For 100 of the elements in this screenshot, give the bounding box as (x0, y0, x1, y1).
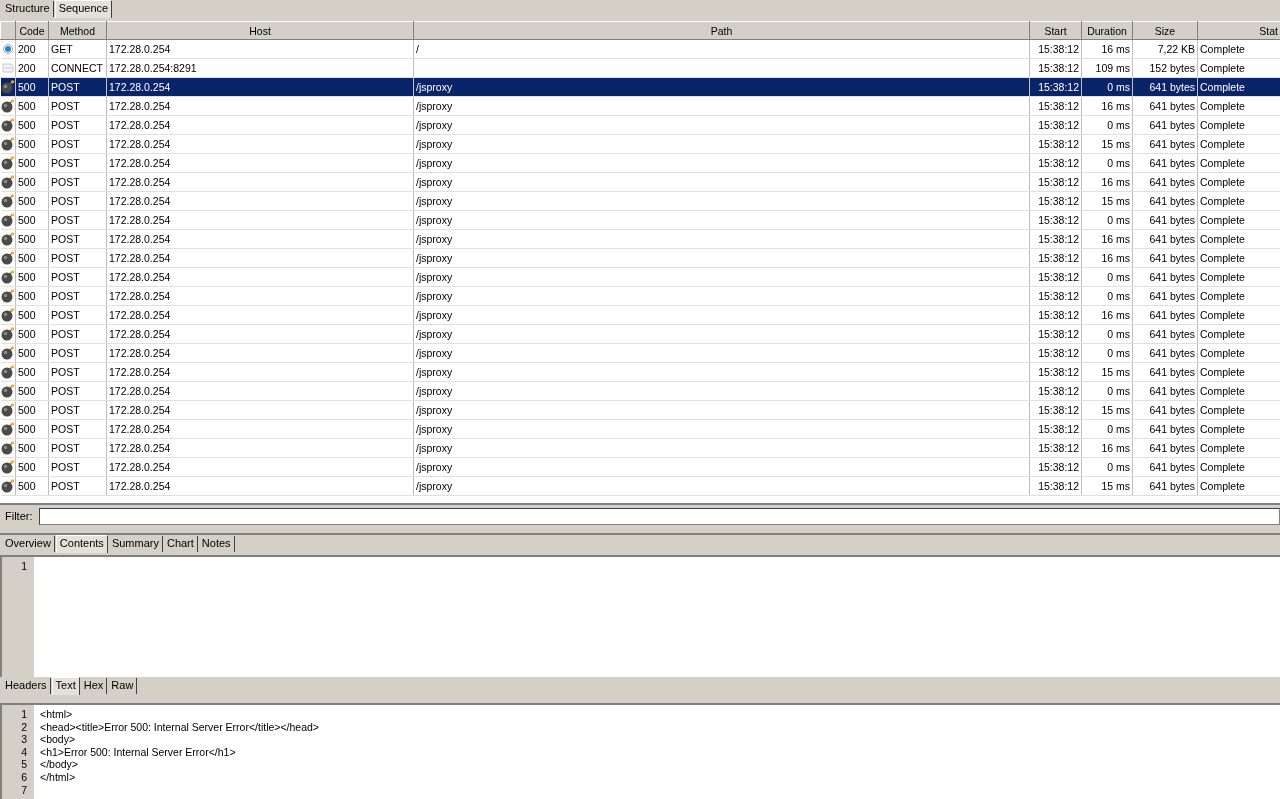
request-row[interactable]: 500 POST 172.28.0.254 /jsproxy 15:38:12 15 ms 641 bytes Complete (0, 191, 1280, 211)
line-number: 1 (21, 708, 27, 721)
table-cell: Complete (1200, 366, 1245, 378)
table-cell: /jsproxy (416, 81, 453, 93)
table-cell: 500 (18, 385, 36, 397)
tab[interactable]: Text (51, 677, 80, 695)
table-cell: 641 bytes (1149, 119, 1195, 131)
request-row[interactable]: 500 POST 172.28.0.254 /jsproxy 15:38:12 16 ms 641 bytes Complete (0, 96, 1280, 116)
line-number: 2 (21, 720, 27, 734)
table-cell: /jsproxy (416, 100, 453, 112)
table-cell: POST (51, 119, 80, 131)
request-row[interactable]: 500 POST 172.28.0.254 /jsproxy 15:38:12 15 ms 641 bytes Complete (0, 476, 1280, 496)
table-cell: Complete (1200, 119, 1245, 131)
table-cell: 172.28.0.254 (109, 385, 171, 397)
table-cell: /jsproxy (416, 480, 453, 492)
table-cell: 641 bytes (1149, 195, 1195, 207)
table-cell: 172.28.0.254 (109, 43, 171, 55)
request-row[interactable]: 500 POST 172.28.0.254 /jsproxy 15:38:12 16 ms 641 bytes Complete (0, 229, 1280, 249)
column-header[interactable]: Duration (1081, 21, 1133, 40)
request-row[interactable]: 500 POST 172.28.0.254 /jsproxy 15:38:12 16 ms 641 bytes Complete (0, 305, 1280, 325)
request-row[interactable]: 500 POST 172.28.0.254 /jsproxy 15:38:12 0 ms 641 bytes Complete (0, 115, 1280, 135)
request-row[interactable]: 500 POST 172.28.0.254 /jsproxy 15:38:12 16 ms 641 bytes Complete (0, 438, 1280, 458)
table-cell: Complete (1200, 195, 1245, 207)
column-header[interactable]: Code (15, 21, 49, 40)
tab[interactable]: Sequence (54, 0, 113, 18)
request-row[interactable]: 500 POST 172.28.0.254 /jsproxy 15:38:12 15 ms 641 bytes Complete (0, 400, 1280, 420)
table-cell: 0 ms (1107, 119, 1130, 131)
tab[interactable]: Contents (55, 535, 108, 553)
table-cell: 15 ms (1101, 404, 1130, 416)
request-row[interactable]: 500 POST 172.28.0.254 /jsproxy 15:38:12 0 ms 641 bytes Complete (0, 286, 1280, 306)
column-header[interactable]: Size (1132, 21, 1198, 40)
table-cell: 500 (18, 271, 36, 283)
table-cell: 16 ms (1101, 176, 1130, 188)
table-cell: 0 ms (1107, 290, 1130, 302)
table-cell: /jsproxy (416, 461, 453, 473)
table-cell: 15:38:12 (1038, 62, 1079, 74)
table-cell: 15:38:12 (1038, 366, 1079, 378)
request-row[interactable]: 500 POST 172.28.0.254 /jsproxy 15:38:12 15 ms 641 bytes Complete (0, 362, 1280, 382)
table-cell: Complete (1200, 290, 1245, 302)
table-cell: 15 ms (1101, 195, 1130, 207)
table-cell: 15:38:12 (1038, 214, 1079, 226)
table-cell: /jsproxy (416, 271, 453, 283)
request-row[interactable]: 200 GET 172.28.0.254 / 15:38:12 16 ms 7,22 KB Complete (0, 39, 1280, 59)
table-cell: POST (51, 81, 80, 93)
table-cell: POST (51, 480, 80, 492)
column-header[interactable]: Start (1029, 21, 1082, 40)
table-cell: /jsproxy (416, 138, 453, 150)
table-cell: 15:38:12 (1038, 252, 1079, 264)
table-cell: 641 bytes (1149, 461, 1195, 473)
request-row[interactable]: 500 POST 172.28.0.254 /jsproxy 15:38:12 0 ms 641 bytes Complete (0, 267, 1280, 287)
request-row[interactable]: 500 POST 172.28.0.254 /jsproxy 15:38:12 16 ms 641 bytes Complete (0, 248, 1280, 268)
table-cell: 500 (18, 138, 36, 150)
table-cell: Complete (1200, 404, 1245, 416)
column-header[interactable]: Path (413, 21, 1030, 40)
table-cell: /jsproxy (416, 366, 453, 378)
request-row[interactable]: 500 POST 172.28.0.254 /jsproxy 15:38:12 0 ms 641 bytes Complete (0, 419, 1280, 439)
table-cell: 15:38:12 (1038, 233, 1079, 245)
table-cell: / (416, 43, 419, 55)
table-cell: Complete (1200, 233, 1245, 245)
column-header[interactable]: Method (48, 21, 107, 40)
table-cell: 500 (18, 404, 36, 416)
request-row[interactable]: 500 POST 172.28.0.254 /jsproxy 15:38:12 0 ms 641 bytes Complete (0, 153, 1280, 173)
request-row[interactable]: 500 POST 172.28.0.254 /jsproxy 15:38:12 0 ms 641 bytes Complete (0, 77, 1280, 97)
table-cell: /jsproxy (416, 423, 453, 435)
table-cell: 641 bytes (1149, 138, 1195, 150)
request-row[interactable]: 500 POST 172.28.0.254 /jsproxy 15:38:12 0 ms 641 bytes Complete (0, 210, 1280, 230)
column-header[interactable]: Host (106, 21, 414, 40)
table-cell: 641 bytes (1149, 290, 1195, 302)
request-row[interactable]: 500 POST 172.28.0.254 /jsproxy 15:38:12 16 ms 641 bytes Complete (0, 172, 1280, 192)
table-cell: 15:38:12 (1038, 195, 1079, 207)
request-row[interactable]: 500 POST 172.28.0.254 /jsproxy 15:38:12 0 ms 641 bytes Complete (0, 381, 1280, 401)
table-cell: POST (51, 176, 80, 188)
tab[interactable]: Headers (2, 678, 51, 694)
table-cell: 500 (18, 290, 36, 302)
table-cell: 172.28.0.254 (109, 442, 171, 454)
tab[interactable]: Structure (2, 1, 54, 17)
request-row[interactable]: 500 POST 172.28.0.254 /jsproxy 15:38:12 15 ms 641 bytes Complete (0, 134, 1280, 154)
tab[interactable]: Overview (2, 536, 55, 552)
table-cell: 15 ms (1101, 480, 1130, 492)
request-row[interactable]: 500 POST 172.28.0.254 /jsproxy 15:38:12 0 ms 641 bytes Complete (0, 457, 1280, 477)
table-cell: POST (51, 461, 80, 473)
table-cell: Complete (1200, 62, 1245, 74)
table-cell: 172.28.0.254 (109, 366, 171, 378)
table-cell: POST (51, 347, 80, 359)
table-cell: /jsproxy (416, 328, 453, 340)
table-cell: 641 bytes (1149, 385, 1195, 397)
request-row[interactable]: 500 POST 172.28.0.254 /jsproxy 15:38:12 0 ms 641 bytes Complete (0, 343, 1280, 363)
table-cell: /jsproxy (416, 252, 453, 264)
code-line: <h1>Error 500: Internal Server Error</h1> (40, 745, 236, 759)
column-header[interactable]: Stat (1197, 21, 1280, 40)
request-row[interactable]: 200 CONNECT 172.28.0.254:8291 15:38:12 109 ms 152 bytes Complete (0, 58, 1280, 78)
request-row[interactable]: 500 POST 172.28.0.254 /jsproxy 15:38:12 0 ms 641 bytes Complete (0, 324, 1280, 344)
table-cell: 200 (18, 43, 36, 55)
table-cell: 0 ms (1107, 328, 1130, 340)
table-cell: 641 bytes (1149, 214, 1195, 226)
filter-field[interactable] (38, 507, 1280, 525)
table-cell: POST (51, 423, 80, 435)
table-cell: 15:38:12 (1038, 81, 1079, 93)
table-cell: 172.28.0.254 (109, 233, 171, 245)
table-cell: /jsproxy (416, 157, 453, 169)
